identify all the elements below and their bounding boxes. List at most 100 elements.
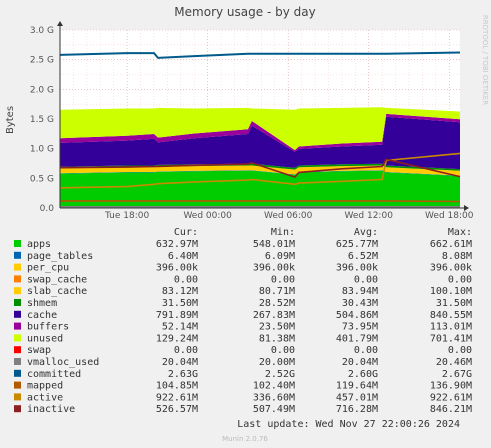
legend-value: 20.04M (162, 357, 198, 368)
legend-value: 8.08M (442, 251, 472, 262)
legend-value: 119.64M (336, 381, 378, 392)
stacked-areas (60, 107, 460, 208)
legend-name: swap (27, 345, 51, 356)
legend-swatch (14, 334, 21, 342)
legend-value: 662.61M (430, 239, 472, 250)
legend-value: 396.00k (156, 263, 198, 274)
legend-value: 136.90M (430, 381, 472, 392)
legend-name: cache (27, 310, 57, 321)
legend-swatch (14, 358, 21, 365)
legend-swatch (14, 310, 21, 318)
legend-value: 6.40M (168, 251, 198, 262)
legend-value: 81.38M (259, 333, 295, 344)
legend-swatch (14, 322, 21, 330)
legend-value: 80.71M (259, 286, 295, 297)
legend-value: 507.49M (253, 404, 295, 415)
legend-value: 20.04M (342, 357, 378, 368)
legend-name: per_cpu (27, 263, 69, 274)
legend-value: 548.01M (253, 239, 295, 250)
legend: Cur: Min: Avg: Max: apps 632.97M 548.01M 625.77… (14, 227, 472, 415)
legend-value: 0.00 (448, 345, 472, 356)
legend-value: 396.00k (430, 263, 472, 274)
legend-value: 396.00k (336, 263, 378, 274)
legend-swatch (14, 299, 21, 306)
legend-value: 20.00M (259, 357, 295, 368)
legend-value: 83.94M (342, 286, 378, 297)
legend-name: slab_cache (27, 286, 87, 297)
x-tick-label: Wed 12:00 (345, 211, 394, 221)
legend-value: 73.95M (342, 322, 378, 333)
legend-value: 31.50M (162, 298, 198, 309)
legend-header: Avg: (354, 227, 378, 238)
legend-value: 922.61M (430, 392, 472, 403)
legend-value: 83.12M (162, 286, 198, 297)
legend-value: 632.97M (156, 239, 198, 250)
legend-value: 2.67G (442, 369, 472, 380)
legend-value: 526.57M (156, 404, 198, 415)
legend-header: Cur: (174, 227, 198, 238)
y-axis-label: Bytes (5, 106, 16, 134)
legend-value: 625.77M (336, 239, 378, 250)
legend-value: 0.00 (174, 274, 198, 285)
legend-name: apps (27, 239, 51, 250)
legend-value: 28.52M (259, 298, 295, 309)
legend-swatch (14, 369, 21, 377)
legend-value: 396.00k (253, 263, 295, 274)
y-tick-label: 3.0 G (30, 26, 54, 36)
legend-value: 113.01M (430, 322, 472, 333)
legend-value: 0.00 (354, 345, 378, 356)
legend-value: 0.00 (271, 345, 295, 356)
legend-value: 31.50M (436, 298, 472, 309)
chart-title: Memory usage - by day (174, 5, 315, 19)
legend-value: 2.60G (348, 369, 378, 380)
line-mapped (60, 200, 461, 203)
legend-value: 846.21M (430, 404, 472, 415)
legend-swatch (14, 240, 21, 247)
legend-value: 840.55M (430, 310, 472, 321)
munin-version: Munin 2.0.76 (222, 435, 268, 443)
legend-value: 129.24M (156, 333, 198, 344)
legend-name: mapped (27, 381, 63, 392)
x-tick-label: Tue 18:00 (104, 211, 149, 221)
chart-canvas: Memory usage - by day Bytes RRDTOOL / TO… (5, 5, 489, 443)
legend-swatch (14, 405, 21, 413)
legend-value: 0.00 (271, 274, 295, 285)
legend-name: shmem (27, 298, 57, 309)
legend-name: page_tables (27, 251, 93, 262)
x-tick-label: Wed 18:00 (425, 211, 474, 221)
legend-value: 457.01M (336, 392, 378, 403)
legend-value: 701.41M (430, 333, 472, 344)
legend-swatch (14, 263, 21, 271)
last-update-text: Last update: Wed Nov 27 22:00:26 2024 (237, 419, 460, 430)
legend-value: 0.00 (448, 274, 472, 285)
legend-value: 336.60M (253, 392, 295, 403)
legend-value: 6.09M (265, 251, 295, 262)
legend-swatch (14, 381, 21, 389)
legend-swatch (14, 275, 21, 283)
y-axis-arrow-icon (57, 21, 63, 26)
legend-value: 791.89M (156, 310, 198, 321)
legend-name: unused (27, 333, 63, 344)
area-apps (60, 170, 460, 208)
legend-header: Min: (271, 227, 295, 238)
legend-header: Max: (448, 227, 472, 238)
y-tick-label: 2.5 G (30, 56, 54, 66)
legend-value: 2.63G (168, 369, 198, 380)
legend-name: vmalloc_used (27, 357, 99, 368)
legend-value: 716.28M (336, 404, 378, 415)
legend-value: 0.00 (354, 274, 378, 285)
legend-name: inactive (27, 404, 75, 415)
rrdtool-side-label: RRDTOOL / TOBI OETIKER (481, 15, 489, 105)
legend-swatch (14, 251, 21, 259)
y-tick-label: 0.0 (40, 204, 55, 214)
legend-value: 20.46M (436, 357, 472, 368)
legend-name: buffers (27, 322, 69, 333)
y-tick-label: 2.0 G (30, 85, 54, 95)
legend-name: swap_cache (27, 274, 87, 285)
legend-swatch (14, 346, 21, 354)
legend-name: committed (27, 369, 81, 380)
legend-value: 23.50M (259, 322, 295, 333)
legend-value: 267.83M (253, 310, 295, 321)
legend-swatch (14, 287, 21, 295)
legend-value: 52.14M (162, 322, 198, 333)
